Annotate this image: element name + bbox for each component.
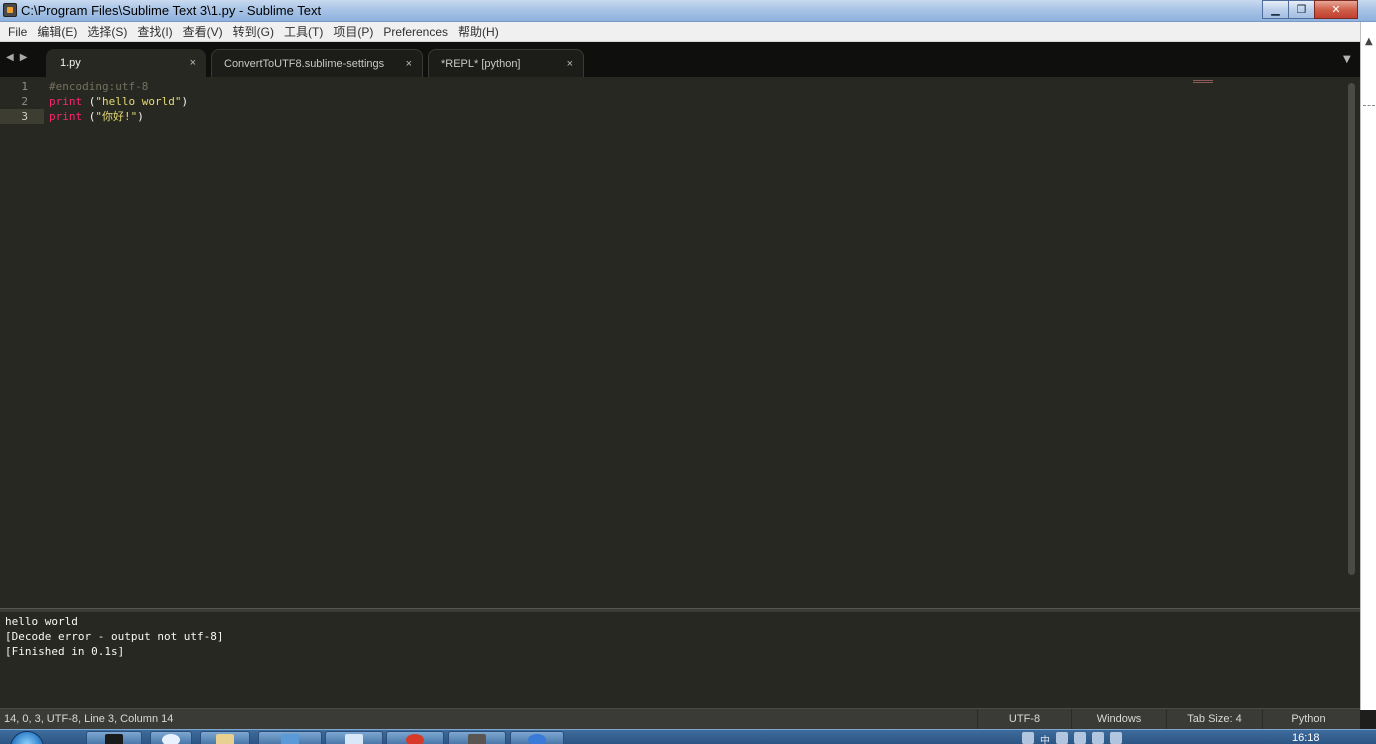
menu-help[interactable]: 帮助(H) bbox=[453, 22, 504, 42]
start-button[interactable] bbox=[10, 731, 44, 744]
code-line: print ("你好!") bbox=[49, 109, 188, 124]
code-string: "hello world" bbox=[95, 95, 182, 108]
taskbar-sublime[interactable] bbox=[448, 731, 506, 744]
output-line: hello world bbox=[5, 615, 78, 628]
ime-indicator[interactable]: 中 bbox=[1040, 732, 1050, 744]
tab-repl-python[interactable]: *REPL* [python] × bbox=[428, 49, 584, 77]
output-line: [Decode error - output not utf-8] bbox=[5, 630, 224, 643]
menu-file[interactable]: File bbox=[3, 22, 32, 42]
folder-icon bbox=[216, 734, 234, 744]
line-number-current: 3 bbox=[0, 109, 44, 124]
close-button[interactable]: ✕ bbox=[1314, 0, 1358, 19]
code-string: "你好!" bbox=[95, 110, 138, 123]
code-keyword: print bbox=[49, 110, 83, 123]
keyboard-icon[interactable] bbox=[1022, 732, 1034, 744]
restore-button[interactable]: ❐ bbox=[1288, 0, 1315, 19]
browser-icon bbox=[528, 734, 546, 744]
editor-scrollbar[interactable] bbox=[1348, 83, 1355, 575]
taskbar-chrome[interactable] bbox=[386, 731, 444, 744]
background-window-edge: ▲ bbox=[1360, 22, 1376, 710]
status-line-endings[interactable]: Windows bbox=[1071, 709, 1166, 729]
taskbar-app-2[interactable] bbox=[325, 731, 383, 744]
build-output-panel: hello world [Decode error - output not u… bbox=[0, 612, 1360, 708]
tray-icon[interactable] bbox=[1092, 732, 1104, 744]
chrome-icon bbox=[406, 734, 424, 744]
status-tab-size[interactable]: Tab Size: 4 bbox=[1166, 709, 1262, 729]
taskbar-clock[interactable]: 16:18 bbox=[1292, 732, 1320, 744]
window-controls: ▁ ❐ ✕ bbox=[1262, 0, 1358, 19]
tab-close-icon[interactable]: × bbox=[190, 57, 196, 69]
menu-view[interactable]: 查看(V) bbox=[178, 22, 228, 42]
code-punct: ( bbox=[82, 110, 96, 123]
volume-icon[interactable] bbox=[1110, 732, 1122, 744]
minimap[interactable] bbox=[1193, 80, 1213, 84]
code-line: #encoding:utf-8 bbox=[49, 79, 188, 94]
tab-close-icon[interactable]: × bbox=[406, 58, 412, 70]
code-comment: #encoding:utf-8 bbox=[49, 80, 149, 93]
sublime-icon bbox=[468, 734, 486, 744]
taskbar-app[interactable] bbox=[258, 731, 322, 744]
scroll-up-icon: ▲ bbox=[1365, 36, 1373, 47]
minimize-button[interactable]: ▁ bbox=[1262, 0, 1289, 19]
window-title-bar[interactable]: C:\Program Files\Sublime Text 3\1.py - S… bbox=[0, 0, 1376, 22]
tab-nav: ◀ ▶ bbox=[6, 52, 27, 63]
menu-project[interactable]: 项目(P) bbox=[328, 22, 378, 42]
status-encoding[interactable]: UTF-8 bbox=[977, 709, 1071, 729]
menu-bar: File 编辑(E) 选择(S) 查找(I) 查看(V) 转到(G) 工具(T)… bbox=[0, 22, 1360, 42]
status-bar: 14, 0, 3, UTF-8, Line 3, Column 14 UTF-8… bbox=[0, 708, 1360, 729]
menu-tools[interactable]: 工具(T) bbox=[279, 22, 328, 42]
line-number: 2 bbox=[21, 95, 28, 108]
network-icon[interactable] bbox=[1056, 732, 1068, 744]
code-line: print ("hello world") bbox=[49, 94, 188, 109]
tab-bar: ◀ ▶ 1.py × ConvertToUTF8.sublime-setting… bbox=[0, 42, 1360, 77]
window-icon bbox=[345, 734, 363, 744]
windows-taskbar: 中 16:18 bbox=[0, 729, 1376, 744]
divider bbox=[1363, 105, 1375, 106]
cursor-position: 14, 0, 3, UTF-8, Line 3, Column 14 bbox=[4, 713, 174, 725]
tab-next-icon[interactable]: ▶ bbox=[20, 52, 28, 63]
code-keyword: print bbox=[49, 95, 83, 108]
taskbar-browser[interactable] bbox=[510, 731, 564, 744]
tab-prev-icon[interactable]: ◀ bbox=[6, 52, 14, 63]
taskbar-explorer[interactable] bbox=[200, 731, 250, 744]
code-punct: ) bbox=[181, 95, 189, 108]
taskbar-cmd[interactable] bbox=[86, 731, 142, 744]
tab-1-py[interactable]: 1.py × bbox=[46, 49, 206, 77]
tab-label: 1.py bbox=[60, 57, 81, 69]
tab-label: ConvertToUTF8.sublime-settings bbox=[224, 57, 385, 70]
tab-close-icon[interactable]: × bbox=[567, 58, 573, 70]
menu-find[interactable]: 查找(I) bbox=[132, 22, 177, 42]
output-line: [Finished in 0.1s] bbox=[5, 645, 125, 658]
code-punct: ) bbox=[137, 110, 144, 123]
qq-icon bbox=[162, 734, 180, 744]
sublime-text-app-icon[interactable] bbox=[3, 3, 17, 17]
tab-overflow-icon[interactable]: ▼ bbox=[1343, 54, 1351, 65]
tray-icon[interactable] bbox=[1074, 732, 1086, 744]
menu-preferences[interactable]: Preferences bbox=[378, 22, 453, 42]
system-tray: 中 bbox=[1022, 732, 1122, 744]
tab-convert-settings[interactable]: ConvertToUTF8.sublime-settings × bbox=[211, 49, 423, 77]
app-icon bbox=[281, 734, 299, 744]
code-punct: ( bbox=[82, 95, 96, 108]
status-syntax[interactable]: Python bbox=[1262, 709, 1354, 729]
cmd-icon bbox=[105, 734, 123, 744]
code-area[interactable]: #encoding:utf-8 print ("hello world") pr… bbox=[49, 79, 188, 124]
window-title: C:\Program Files\Sublime Text 3\1.py - S… bbox=[21, 3, 322, 18]
menu-edit[interactable]: 编辑(E) bbox=[32, 22, 82, 42]
line-number-gutter: 1 2 3 bbox=[0, 79, 44, 124]
menu-selection[interactable]: 选择(S) bbox=[82, 22, 132, 42]
code-editor[interactable]: 1 2 3 #encoding:utf-8 print ("hello worl… bbox=[0, 77, 1360, 608]
tab-label: *REPL* [python] bbox=[441, 57, 521, 70]
line-number: 1 bbox=[21, 80, 28, 93]
menu-goto[interactable]: 转到(G) bbox=[228, 22, 279, 42]
taskbar-qq[interactable] bbox=[150, 731, 192, 744]
